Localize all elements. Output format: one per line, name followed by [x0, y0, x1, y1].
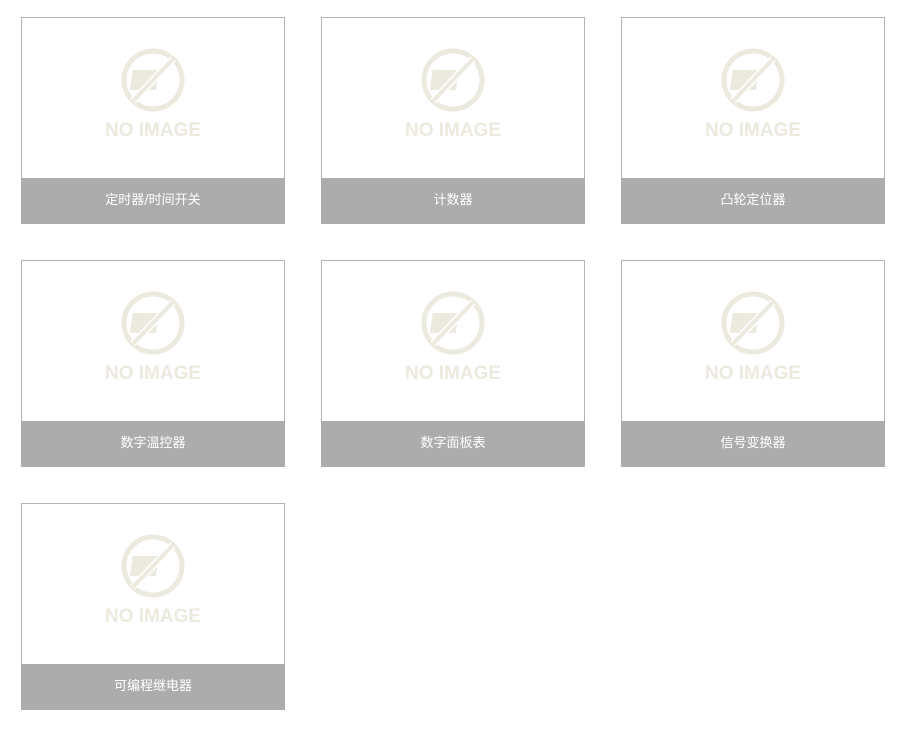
product-caption[interactable]: 信号变换器 [621, 421, 885, 467]
no-image-placeholder-icon: NO IMAGE [105, 534, 201, 627]
product-card[interactable]: NO IMAGE 数字温控器 [21, 260, 285, 467]
product-card[interactable]: NO IMAGE 凸轮定位器 [621, 17, 885, 224]
svg-text:NO IMAGE: NO IMAGE [105, 120, 201, 141]
no-image-placeholder-icon: NO IMAGE [705, 48, 801, 141]
product-caption[interactable]: 数字面板表 [321, 421, 585, 467]
no-image-placeholder-icon: NO IMAGE [405, 291, 501, 384]
product-caption[interactable]: 定时器/时间开关 [21, 178, 285, 224]
product-card[interactable]: NO IMAGE 数字面板表 [321, 260, 585, 467]
svg-text:NO IMAGE: NO IMAGE [105, 363, 201, 384]
svg-text:NO IMAGE: NO IMAGE [405, 120, 501, 141]
svg-text:NO IMAGE: NO IMAGE [705, 120, 801, 141]
svg-text:NO IMAGE: NO IMAGE [405, 363, 501, 384]
no-image-placeholder-icon: NO IMAGE [405, 48, 501, 141]
product-card[interactable]: NO IMAGE 信号变换器 [621, 260, 885, 467]
product-caption[interactable]: 计数器 [321, 178, 585, 224]
product-card[interactable]: NO IMAGE 计数器 [321, 17, 585, 224]
product-caption[interactable]: 可编程继电器 [21, 664, 285, 710]
svg-text:NO IMAGE: NO IMAGE [105, 606, 201, 627]
product-caption[interactable]: 数字温控器 [21, 421, 285, 467]
product-card[interactable]: NO IMAGE 定时器/时间开关 [21, 17, 285, 224]
no-image-placeholder-icon: NO IMAGE [705, 291, 801, 384]
svg-text:NO IMAGE: NO IMAGE [705, 363, 801, 384]
product-caption[interactable]: 凸轮定位器 [621, 178, 885, 224]
product-grid: NO IMAGE 定时器/时间开关 NO IMAGE 计数器 NO IMAGE … [0, 0, 898, 730]
product-card[interactable]: NO IMAGE 可编程继电器 [21, 503, 285, 710]
no-image-placeholder-icon: NO IMAGE [105, 48, 201, 141]
no-image-placeholder-icon: NO IMAGE [105, 291, 201, 384]
